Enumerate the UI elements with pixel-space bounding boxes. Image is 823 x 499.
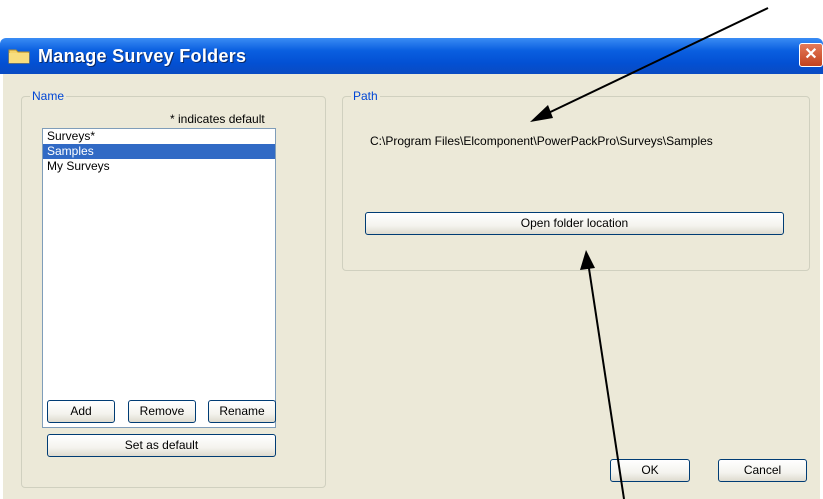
arrow-to-path-icon — [530, 7, 769, 122]
annotation-arrows — [530, 7, 769, 499]
arrow-to-open-button-icon — [580, 250, 625, 499]
